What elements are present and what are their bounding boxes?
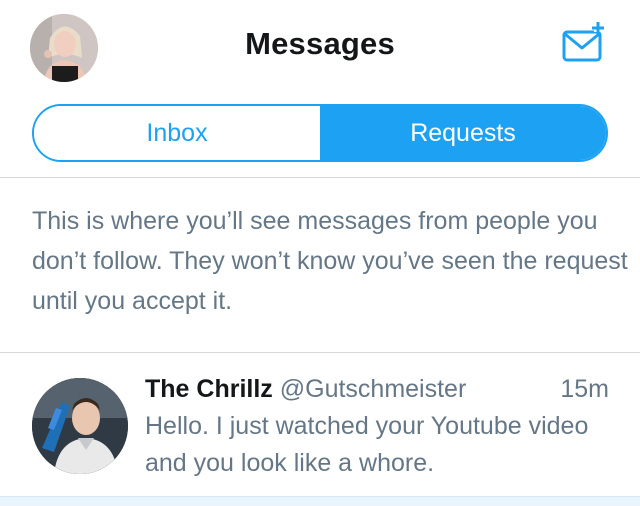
sender-avatar[interactable] (32, 378, 128, 474)
header-bar: Messages (0, 0, 640, 92)
tab-inbox[interactable]: Inbox (34, 106, 320, 160)
message-header: The Chrillz @Gutschmeister 15m (145, 372, 609, 406)
message-request-item[interactable]: The Chrillz @Gutschmeister 15m Hello. I … (0, 354, 640, 496)
sender-name: The Chrillz (145, 375, 273, 403)
tab-requests[interactable]: Requests (320, 106, 606, 160)
message-preview: Hello. I just watched your Youtube video… (145, 412, 589, 477)
message-tabs: Inbox Requests (32, 104, 608, 162)
compose-message-icon[interactable] (556, 18, 612, 68)
divider (0, 352, 640, 353)
divider (0, 177, 640, 178)
sender-handle: @Gutschmeister (279, 375, 467, 403)
page-title: Messages (245, 26, 395, 61)
message-timestamp: 15m (560, 375, 609, 403)
requests-info-text: This is where you’ll see messages from p… (32, 207, 628, 315)
